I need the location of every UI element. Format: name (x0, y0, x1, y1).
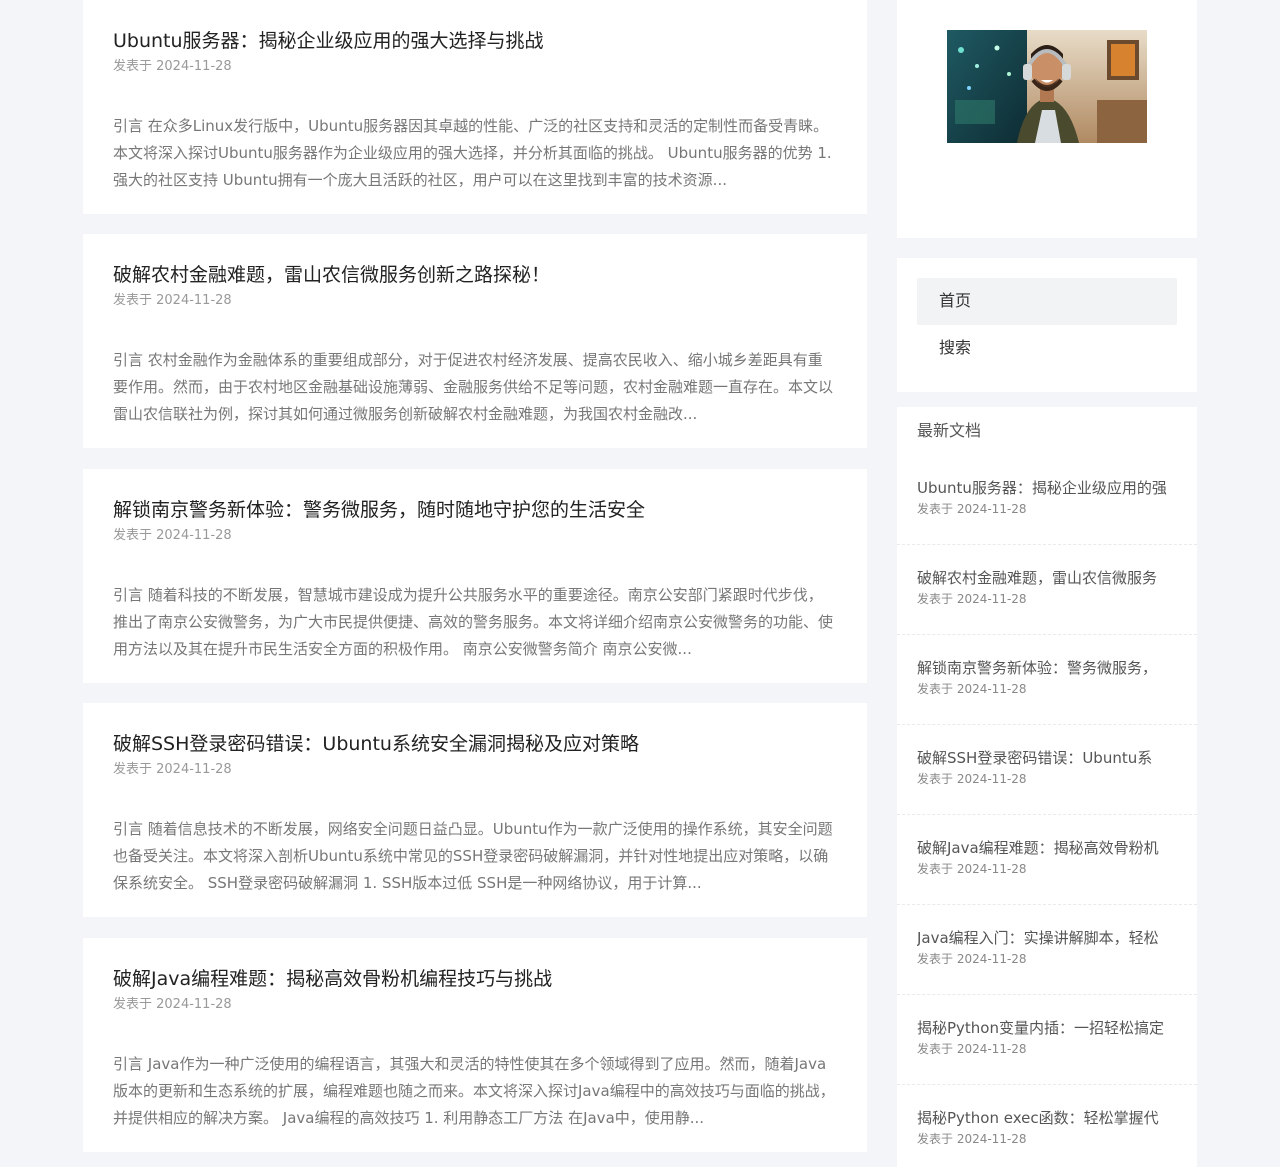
latest-doc-item[interactable]: Java编程入门：实操讲解脚本，轻松 发表于 2024-11-28 (897, 905, 1197, 995)
post-title[interactable]: 解锁南京警务新体验：警务微服务，随时随地守护您的生活安全 (113, 497, 837, 523)
latest-doc-item[interactable]: 破解SSH登录密码错误：Ubuntu系 发表于 2024-11-28 (897, 725, 1197, 815)
post-title[interactable]: 破解SSH登录密码错误：Ubuntu系统安全漏洞揭秘及应对策略 (113, 731, 837, 757)
post-date: 发表于 2024-11-28 (113, 528, 232, 543)
latest-docs-list: Ubuntu服务器：揭秘企业级应用的强 发表于 2024-11-28 破解农村金… (897, 455, 1197, 1167)
latest-doc-title[interactable]: 破解Java编程难题：揭秘高效骨粉机 (917, 837, 1177, 859)
latest-doc-title[interactable]: 破解SSH登录密码错误：Ubuntu系 (917, 747, 1177, 769)
profile-card (897, 0, 1197, 238)
latest-doc-date: 发表于 2024-11-28 (917, 682, 1027, 696)
nav-item-home[interactable]: 首页 (917, 278, 1177, 325)
latest-doc-title[interactable]: Java编程入门：实操讲解脚本，轻松 (917, 927, 1177, 949)
latest-doc-date: 发表于 2024-11-28 (917, 952, 1027, 966)
latest-doc-item[interactable]: 揭秘Python变量内插：一招轻松搞定 发表于 2024-11-28 (897, 995, 1197, 1085)
post-card[interactable]: 破解Java编程难题：揭秘高效骨粉机编程技巧与挑战 发表于 2024-11-28… (83, 938, 867, 1152)
post-excerpt: 引言 随着信息技术的不断发展，网络安全问题日益凸显。Ubuntu作为一款广泛使用… (113, 820, 833, 892)
latest-doc-date: 发表于 2024-11-28 (917, 772, 1027, 786)
latest-doc-title[interactable]: Ubuntu服务器：揭秘企业级应用的强 (917, 477, 1177, 499)
post-card[interactable]: 破解SSH登录密码错误：Ubuntu系统安全漏洞揭秘及应对策略 发表于 2024… (83, 703, 867, 917)
post-title[interactable]: Ubuntu服务器：揭秘企业级应用的强大选择与挑战 (113, 28, 837, 54)
latest-docs-panel: 最新文档 Ubuntu服务器：揭秘企业级应用的强 发表于 2024-11-28 … (897, 407, 1197, 1167)
latest-docs-heading: 最新文档 (917, 421, 982, 440)
latest-doc-item[interactable]: 破解Java编程难题：揭秘高效骨粉机 发表于 2024-11-28 (897, 815, 1197, 905)
latest-doc-item[interactable]: 解锁南京警务新体验：警务微服务， 发表于 2024-11-28 (897, 635, 1197, 725)
latest-doc-item[interactable]: 揭秘Python exec函数：轻松掌握代 发表于 2024-11-28 (897, 1085, 1197, 1167)
post-excerpt: 引言 在众多Linux发行版中，Ubuntu服务器因其卓越的性能、广泛的社区支持… (113, 117, 832, 189)
post-card[interactable]: 解锁南京警务新体验：警务微服务，随时随地守护您的生活安全 发表于 2024-11… (83, 469, 867, 683)
latest-doc-date: 发表于 2024-11-28 (917, 502, 1027, 516)
post-card[interactable]: Ubuntu服务器：揭秘企业级应用的强大选择与挑战 发表于 2024-11-28… (83, 0, 867, 214)
post-title[interactable]: 破解Java编程难题：揭秘高效骨粉机编程技巧与挑战 (113, 966, 837, 992)
post-title[interactable]: 破解农村金融难题，雷山农信微服务创新之路探秘！ (113, 262, 837, 288)
post-excerpt: 引言 Java作为一种广泛使用的编程语言，其强大和灵活的特性使其在多个领域得到了… (113, 1055, 835, 1127)
latest-doc-title[interactable]: 揭秘Python exec函数：轻松掌握代 (917, 1107, 1177, 1129)
avatar-image (947, 30, 1147, 143)
latest-doc-title[interactable]: 破解农村金融难题，雷山农信微服务 (917, 567, 1177, 589)
latest-doc-date: 发表于 2024-11-28 (917, 592, 1027, 606)
latest-doc-date: 发表于 2024-11-28 (917, 862, 1027, 876)
latest-doc-item[interactable]: Ubuntu服务器：揭秘企业级应用的强 发表于 2024-11-28 (897, 455, 1197, 545)
avatar (947, 30, 1147, 143)
post-date: 发表于 2024-11-28 (113, 762, 232, 777)
post-date: 发表于 2024-11-28 (113, 59, 232, 74)
post-card[interactable]: 破解农村金融难题，雷山农信微服务创新之路探秘！ 发表于 2024-11-28 引… (83, 234, 867, 448)
post-excerpt: 引言 农村金融作为金融体系的重要组成部分，对于促进农村经济发展、提高农民收入、缩… (113, 351, 834, 423)
sidebar-nav: 首页 搜索 (897, 258, 1197, 392)
page: Ubuntu服务器：揭秘企业级应用的强大选择与挑战 发表于 2024-11-28… (0, 0, 1280, 1167)
nav-item-search[interactable]: 搜索 (917, 325, 1177, 372)
latest-doc-item[interactable]: 破解农村金融难题，雷山农信微服务 发表于 2024-11-28 (897, 545, 1197, 635)
post-excerpt: 引言 随着科技的不断发展，智慧城市建设成为提升公共服务水平的重要途径。南京公安部… (113, 586, 834, 658)
latest-doc-date: 发表于 2024-11-28 (917, 1042, 1027, 1056)
latest-doc-date: 发表于 2024-11-28 (917, 1132, 1027, 1146)
latest-doc-title[interactable]: 解锁南京警务新体验：警务微服务， (917, 657, 1177, 679)
post-date: 发表于 2024-11-28 (113, 293, 232, 308)
post-date: 发表于 2024-11-28 (113, 997, 232, 1012)
latest-doc-title[interactable]: 揭秘Python变量内插：一招轻松搞定 (917, 1017, 1177, 1039)
